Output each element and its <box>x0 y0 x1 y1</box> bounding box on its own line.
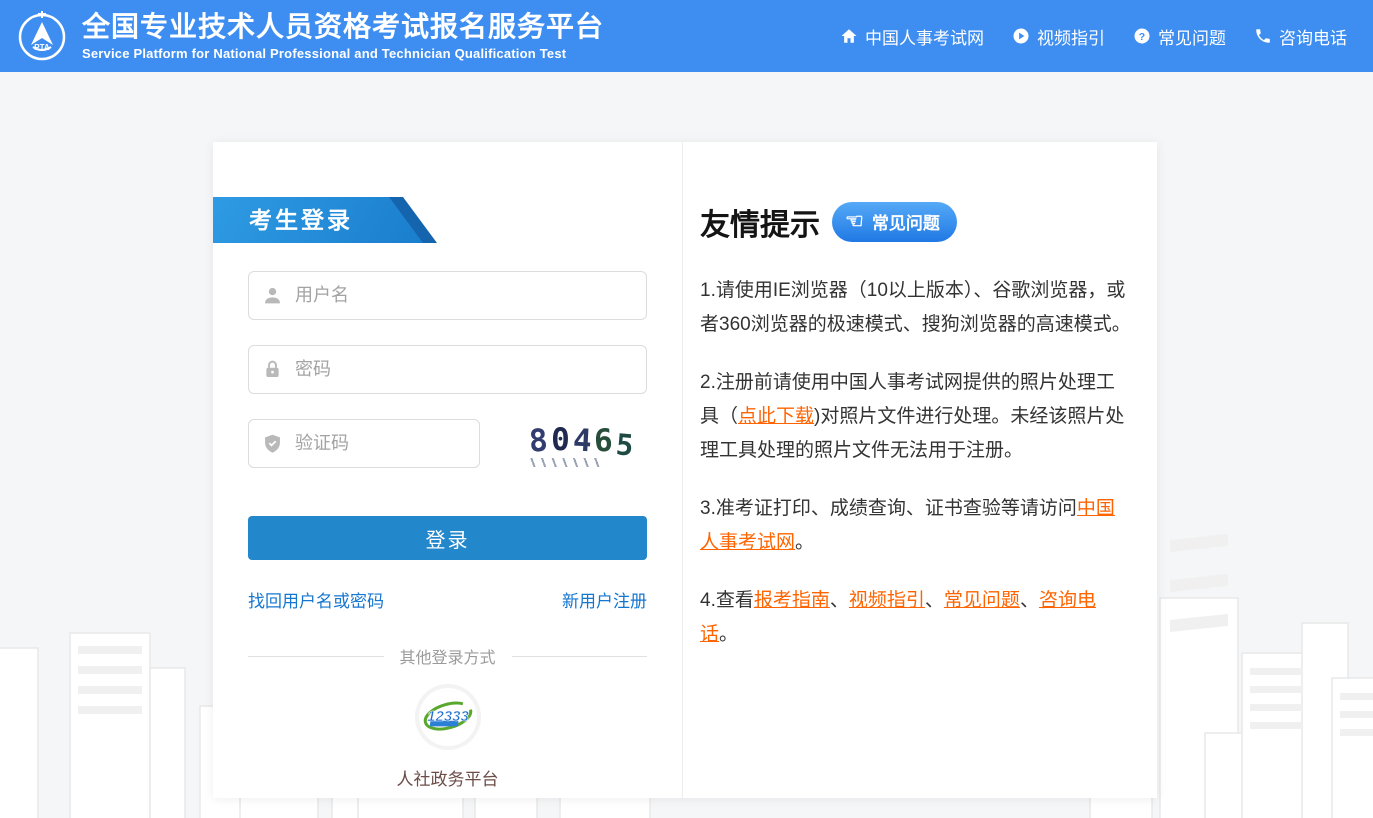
logo-text: PTA <box>34 43 50 52</box>
nav-label: 中国人事考试网 <box>865 24 984 49</box>
captcha-image[interactable]: 80465 <box>519 421 647 467</box>
tips-panel: 友情提示 ☜ 常见问题 1.请使用IE浏览器（10以上版本）、谷歌浏览器，或者3… <box>683 142 1157 798</box>
sso-logo-text: 12333 <box>427 708 469 725</box>
username-input[interactable] <box>248 271 647 320</box>
sso-12333-logo[interactable]: 12333 <box>415 684 481 750</box>
play-circle-icon <box>1012 27 1030 45</box>
other-login-label: 其他登录方式 <box>400 644 496 668</box>
header-nav: 中国人事考试网 视频指引 ? 常见问题 咨询电话 <box>840 24 1347 49</box>
faq-badge-button[interactable]: ☜ 常见问题 <box>832 202 957 242</box>
site-title-block: 全国专业技术人员资格考试报名服务平台 Service Platform for … <box>82 11 604 61</box>
tips-title: 友情提示 <box>700 200 820 244</box>
app-header: PTA 全国专业技术人员资格考试报名服务平台 Service Platform … <box>0 0 1373 72</box>
tip-item-3: 3.准考证打印、成绩查询、证书查验等请访问中国人事考试网。 <box>700 492 1133 560</box>
nav-link-hotline[interactable]: 咨询电话 <box>1254 24 1347 49</box>
tip-link[interactable]: 报考指南 <box>754 590 830 611</box>
sso-platform-label: 人社政务平台 <box>248 765 647 790</box>
login-panel-title: 考生登录 <box>213 197 423 243</box>
login-button[interactable]: 登录 <box>248 516 647 560</box>
site-title: 全国专业技术人员资格考试报名服务平台 <box>82 11 604 43</box>
home-icon <box>840 27 858 45</box>
tip-link[interactable]: 视频指引 <box>849 590 925 611</box>
sso-section: 12333 人社政务平台 <box>248 684 647 790</box>
tip-item-4: 4.查看报考指南、视频指引、常见问题、咨询电话。 <box>700 584 1133 652</box>
other-login-divider: 其他登录方式 <box>248 644 647 668</box>
nav-label: 常见问题 <box>1158 24 1226 49</box>
faq-badge-label: 常见问题 <box>872 209 940 234</box>
tip-link[interactable]: 常见问题 <box>944 590 1020 611</box>
password-input[interactable] <box>248 345 647 394</box>
question-circle-icon: ? <box>1133 27 1151 45</box>
user-icon <box>262 285 283 306</box>
forgot-credentials-link[interactable]: 找回用户名或密码 <box>248 587 384 612</box>
nav-link-video-guide[interactable]: 视频指引 <box>1012 24 1105 49</box>
login-form: 80465 登录 找回用户名或密码 新用户注册 其他登录方式 12333 <box>213 271 682 790</box>
register-link[interactable]: 新用户注册 <box>562 587 647 612</box>
nav-label: 视频指引 <box>1037 24 1105 49</box>
tip-item-2: 2.注册前请使用中国人事考试网提供的照片处理工具（点此下载)对照片文件进行处理。… <box>700 366 1133 468</box>
lock-icon <box>262 359 283 380</box>
main-card: 考生登录 80465 <box>213 142 1157 798</box>
site-subtitle: Service Platform for National Profession… <box>82 46 604 61</box>
tip-item-1: 1.请使用IE浏览器（10以上版本）、谷歌浏览器，或者360浏览器的极速模式、搜… <box>700 274 1133 342</box>
phone-icon <box>1254 27 1272 45</box>
nav-link-faq[interactable]: ? 常见问题 <box>1133 24 1226 49</box>
pointing-hand-icon: ☜ <box>845 213 864 231</box>
nav-link-cpta-site[interactable]: 中国人事考试网 <box>840 24 984 49</box>
login-panel: 考生登录 80465 <box>213 142 683 798</box>
site-logo: PTA <box>14 8 70 64</box>
nav-label: 咨询电话 <box>1279 24 1347 49</box>
shield-check-icon <box>262 433 283 454</box>
tip-link[interactable]: 点此下载 <box>738 406 814 427</box>
svg-text:?: ? <box>1139 31 1145 43</box>
